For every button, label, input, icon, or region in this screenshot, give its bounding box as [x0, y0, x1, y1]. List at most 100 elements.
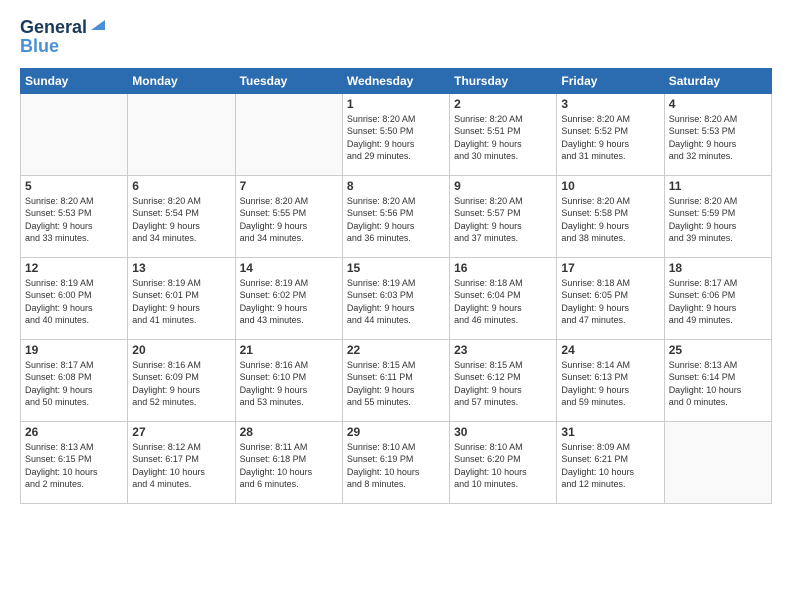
- day-info: Sunrise: 8:09 AM Sunset: 6:21 PM Dayligh…: [561, 441, 659, 491]
- calendar-cell: 18Sunrise: 8:17 AM Sunset: 6:06 PM Dayli…: [664, 257, 771, 339]
- logo-blue-text: Blue: [20, 36, 59, 58]
- calendar-cell: [664, 421, 771, 503]
- day-info: Sunrise: 8:11 AM Sunset: 6:18 PM Dayligh…: [240, 441, 338, 491]
- calendar-cell: 17Sunrise: 8:18 AM Sunset: 6:05 PM Dayli…: [557, 257, 664, 339]
- calendar-cell: 28 Sunrise: 8:11 AM Sunset: 6:18 PM Dayli…: [235, 421, 342, 503]
- calendar-week-4: 19Sunrise: 8:17 AM Sunset: 6:08 PM Dayli…: [21, 339, 772, 421]
- day-number: 26: [25, 425, 123, 439]
- day-number: 24: [561, 343, 659, 357]
- calendar-cell: 12 Sunrise: 8:19 AM Sunset: 6:00 PM Dayli…: [21, 257, 128, 339]
- day-number: 15: [347, 261, 445, 275]
- day-info: Sunrise: 8:16 AM Sunset: 6:09 PM Dayligh…: [132, 359, 230, 409]
- day-number: 23: [454, 343, 552, 357]
- day-info: Sunrise: 8:16 AM Sunset: 6:10 PM Dayligh…: [240, 359, 338, 409]
- day-info: Sunrise: 8:17 AM Sunset: 6:08 PM Dayligh…: [25, 359, 123, 409]
- day-number: 6: [132, 179, 230, 193]
- weekday-header-friday: Friday: [557, 68, 664, 93]
- day-info: Sunrise: 8:12 AM Sunset: 6:17 PM Dayligh…: [132, 441, 230, 491]
- day-number: 5: [25, 179, 123, 193]
- calendar-cell: 7Sunrise: 8:20 AM Sunset: 5:55 PM Daylig…: [235, 175, 342, 257]
- day-info: Sunrise: 8:20 AM Sunset: 5:59 PM Dayligh…: [669, 195, 767, 245]
- day-number: 22: [347, 343, 445, 357]
- day-info: Sunrise: 8:19 AM Sunset: 6:02 PM Dayligh…: [240, 277, 338, 327]
- logo-arrow-icon: [89, 16, 107, 34]
- day-number: 16: [454, 261, 552, 275]
- day-info: Sunrise: 8:19 AM Sunset: 6:01 PM Dayligh…: [132, 277, 230, 327]
- calendar-cell: [21, 93, 128, 175]
- calendar-cell: 19Sunrise: 8:17 AM Sunset: 6:08 PM Dayli…: [21, 339, 128, 421]
- weekday-header-row: SundayMondayTuesdayWednesdayThursdayFrid…: [21, 68, 772, 93]
- calendar-cell: 8Sunrise: 8:20 AM Sunset: 5:56 PM Daylig…: [342, 175, 449, 257]
- calendar-week-5: 26 Sunrise: 8:13 AM Sunset: 6:15 PM Dayli…: [21, 421, 772, 503]
- day-info: Sunrise: 8:20 AM Sunset: 5:54 PM Dayligh…: [132, 195, 230, 245]
- day-info: Sunrise: 8:14 AM Sunset: 6:13 PM Dayligh…: [561, 359, 659, 409]
- day-number: 17: [561, 261, 659, 275]
- weekday-header-sunday: Sunday: [21, 68, 128, 93]
- day-info: Sunrise: 8:20 AM Sunset: 5:52 PM Dayligh…: [561, 113, 659, 163]
- calendar-cell: 15 Sunrise: 8:19 AM Sunset: 6:03 PM Dayli…: [342, 257, 449, 339]
- day-number: 30: [454, 425, 552, 439]
- weekday-header-thursday: Thursday: [450, 68, 557, 93]
- day-number: 20: [132, 343, 230, 357]
- calendar-cell: 24 Sunrise: 8:14 AM Sunset: 6:13 PM Dayli…: [557, 339, 664, 421]
- calendar-cell: 3 Sunrise: 8:20 AM Sunset: 5:52 PM Daylig…: [557, 93, 664, 175]
- calendar-cell: 30 Sunrise: 8:10 AM Sunset: 6:20 PM Dayli…: [450, 421, 557, 503]
- day-info: Sunrise: 8:20 AM Sunset: 5:57 PM Dayligh…: [454, 195, 552, 245]
- day-info: Sunrise: 8:20 AM Sunset: 5:53 PM Dayligh…: [25, 195, 123, 245]
- day-number: 9: [454, 179, 552, 193]
- calendar-week-1: 1Sunrise: 8:20 AM Sunset: 5:50 PM Daylig…: [21, 93, 772, 175]
- calendar-cell: 10 Sunrise: 8:20 AM Sunset: 5:58 PM Dayli…: [557, 175, 664, 257]
- day-number: 21: [240, 343, 338, 357]
- calendar-cell: 26 Sunrise: 8:13 AM Sunset: 6:15 PM Dayli…: [21, 421, 128, 503]
- calendar-cell: [235, 93, 342, 175]
- day-number: 13: [132, 261, 230, 275]
- day-number: 8: [347, 179, 445, 193]
- day-number: 18: [669, 261, 767, 275]
- day-info: Sunrise: 8:13 AM Sunset: 6:14 PM Dayligh…: [669, 359, 767, 409]
- day-number: 31: [561, 425, 659, 439]
- day-info: Sunrise: 8:19 AM Sunset: 6:03 PM Dayligh…: [347, 277, 445, 327]
- day-info: Sunrise: 8:20 AM Sunset: 5:51 PM Dayligh…: [454, 113, 552, 163]
- calendar-cell: [128, 93, 235, 175]
- day-number: 14: [240, 261, 338, 275]
- day-info: Sunrise: 8:10 AM Sunset: 6:20 PM Dayligh…: [454, 441, 552, 491]
- calendar-cell: 31 Sunrise: 8:09 AM Sunset: 6:21 PM Dayli…: [557, 421, 664, 503]
- day-number: 1: [347, 97, 445, 111]
- day-info: Sunrise: 8:10 AM Sunset: 6:19 PM Dayligh…: [347, 441, 445, 491]
- day-number: 3: [561, 97, 659, 111]
- calendar-cell: 2 Sunrise: 8:20 AM Sunset: 5:51 PM Daylig…: [450, 93, 557, 175]
- day-number: 25: [669, 343, 767, 357]
- calendar-cell: 1Sunrise: 8:20 AM Sunset: 5:50 PM Daylig…: [342, 93, 449, 175]
- day-number: 10: [561, 179, 659, 193]
- day-number: 27: [132, 425, 230, 439]
- day-number: 12: [25, 261, 123, 275]
- calendar-cell: 22 Sunrise: 8:15 AM Sunset: 6:11 PM Dayli…: [342, 339, 449, 421]
- day-number: 2: [454, 97, 552, 111]
- day-info: Sunrise: 8:18 AM Sunset: 6:04 PM Dayligh…: [454, 277, 552, 327]
- calendar-cell: 4Sunrise: 8:20 AM Sunset: 5:53 PM Daylig…: [664, 93, 771, 175]
- calendar-cell: 21 Sunrise: 8:16 AM Sunset: 6:10 PM Dayli…: [235, 339, 342, 421]
- weekday-header-saturday: Saturday: [664, 68, 771, 93]
- calendar-cell: 25 Sunrise: 8:13 AM Sunset: 6:14 PM Dayli…: [664, 339, 771, 421]
- day-info: Sunrise: 8:20 AM Sunset: 5:58 PM Dayligh…: [561, 195, 659, 245]
- weekday-header-monday: Monday: [128, 68, 235, 93]
- day-info: Sunrise: 8:15 AM Sunset: 6:12 PM Dayligh…: [454, 359, 552, 409]
- day-number: 28: [240, 425, 338, 439]
- day-info: Sunrise: 8:19 AM Sunset: 6:00 PM Dayligh…: [25, 277, 123, 327]
- calendar-table: SundayMondayTuesdayWednesdayThursdayFrid…: [20, 68, 772, 504]
- calendar-cell: 9 Sunrise: 8:20 AM Sunset: 5:57 PM Daylig…: [450, 175, 557, 257]
- calendar-cell: 14 Sunrise: 8:19 AM Sunset: 6:02 PM Dayli…: [235, 257, 342, 339]
- calendar-cell: 20 Sunrise: 8:16 AM Sunset: 6:09 PM Dayli…: [128, 339, 235, 421]
- calendar-cell: 5 Sunrise: 8:20 AM Sunset: 5:53 PM Daylig…: [21, 175, 128, 257]
- calendar-cell: 16 Sunrise: 8:18 AM Sunset: 6:04 PM Dayli…: [450, 257, 557, 339]
- calendar-cell: 13 Sunrise: 8:19 AM Sunset: 6:01 PM Dayli…: [128, 257, 235, 339]
- calendar-cell: 27 Sunrise: 8:12 AM Sunset: 6:17 PM Dayli…: [128, 421, 235, 503]
- day-info: Sunrise: 8:13 AM Sunset: 6:15 PM Dayligh…: [25, 441, 123, 491]
- day-info: Sunrise: 8:15 AM Sunset: 6:11 PM Dayligh…: [347, 359, 445, 409]
- calendar-cell: 23 Sunrise: 8:15 AM Sunset: 6:12 PM Dayli…: [450, 339, 557, 421]
- header: General Blue: [20, 16, 772, 58]
- day-number: 4: [669, 97, 767, 111]
- weekday-header-tuesday: Tuesday: [235, 68, 342, 93]
- day-number: 29: [347, 425, 445, 439]
- day-number: 7: [240, 179, 338, 193]
